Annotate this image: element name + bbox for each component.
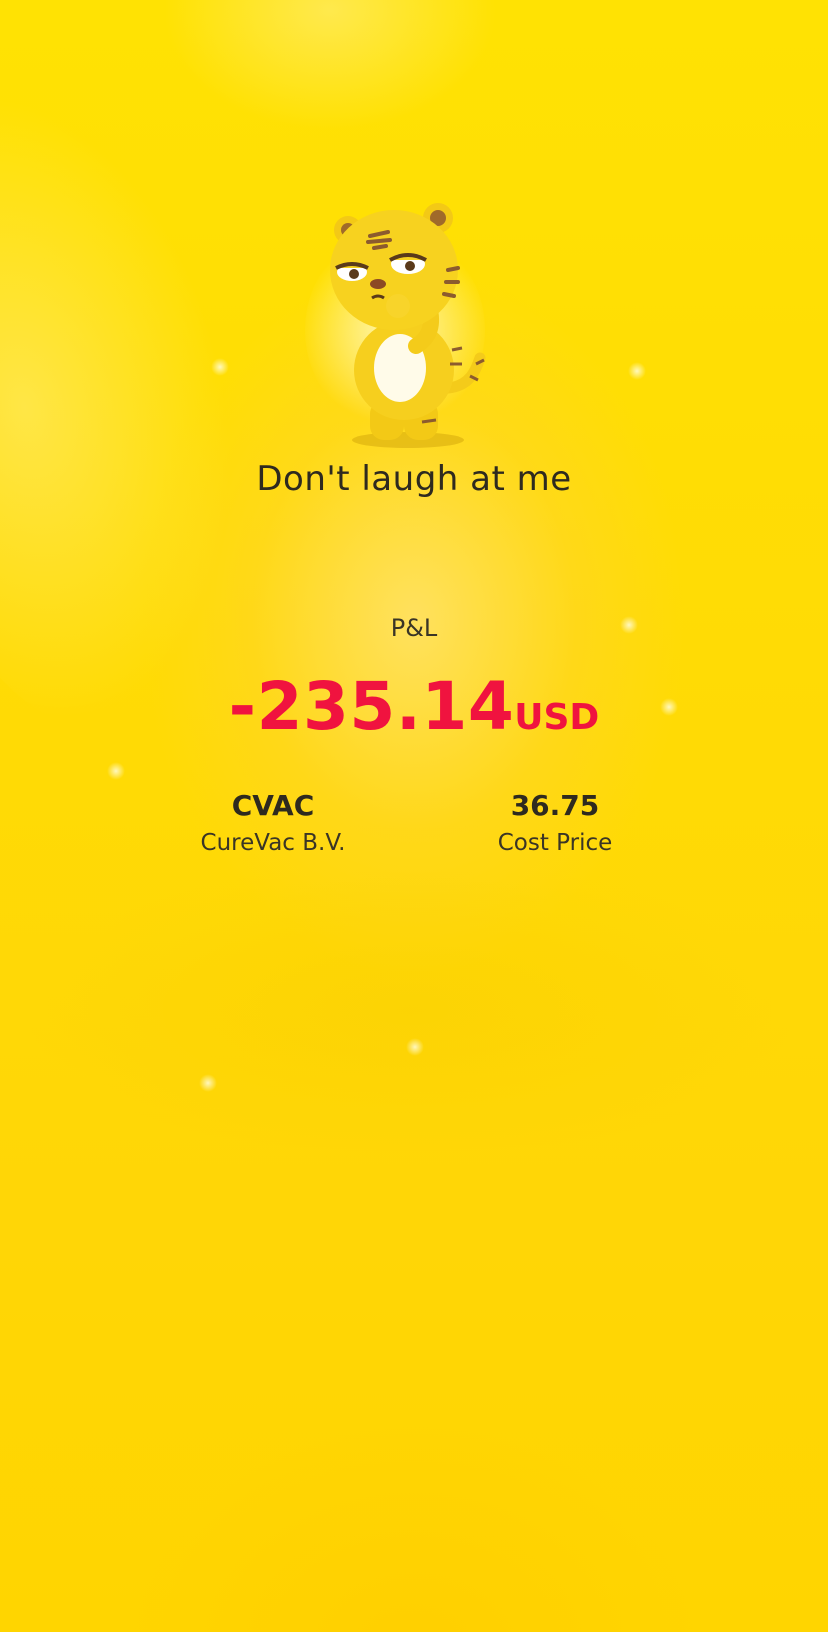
- sparkle: [199, 1074, 217, 1092]
- pnl-value: -235.14USD: [0, 668, 828, 745]
- cost-price-value: 36.75: [510, 789, 600, 822]
- sparkle: [211, 358, 229, 376]
- cost-price-label: Cost Price: [497, 830, 613, 856]
- tiger-mascot-icon: [330, 203, 486, 448]
- stock-info: CVAC CureVac B.V.: [143, 789, 403, 856]
- background-wisp: [0, 30, 307, 770]
- sparkle: [406, 1038, 424, 1056]
- background-wisp: [20, 860, 800, 1160]
- pnl-label: P&L: [390, 614, 438, 642]
- stock-symbol: CVAC: [231, 789, 315, 822]
- pnl-amount: -235.14: [228, 668, 515, 745]
- stock-name: CureVac B.V.: [200, 830, 346, 856]
- result-title: Don't laugh at me: [256, 459, 572, 499]
- cost-info: 36.75 Cost Price: [425, 789, 685, 856]
- sparkle: [628, 362, 646, 380]
- sparkle: [107, 762, 125, 780]
- background-wisp: [150, 0, 510, 140]
- pnl-share-screen: Don't laugh at me P&L -235.14USD CVAC Cu…: [0, 0, 828, 1632]
- pnl-currency: USD: [514, 697, 600, 738]
